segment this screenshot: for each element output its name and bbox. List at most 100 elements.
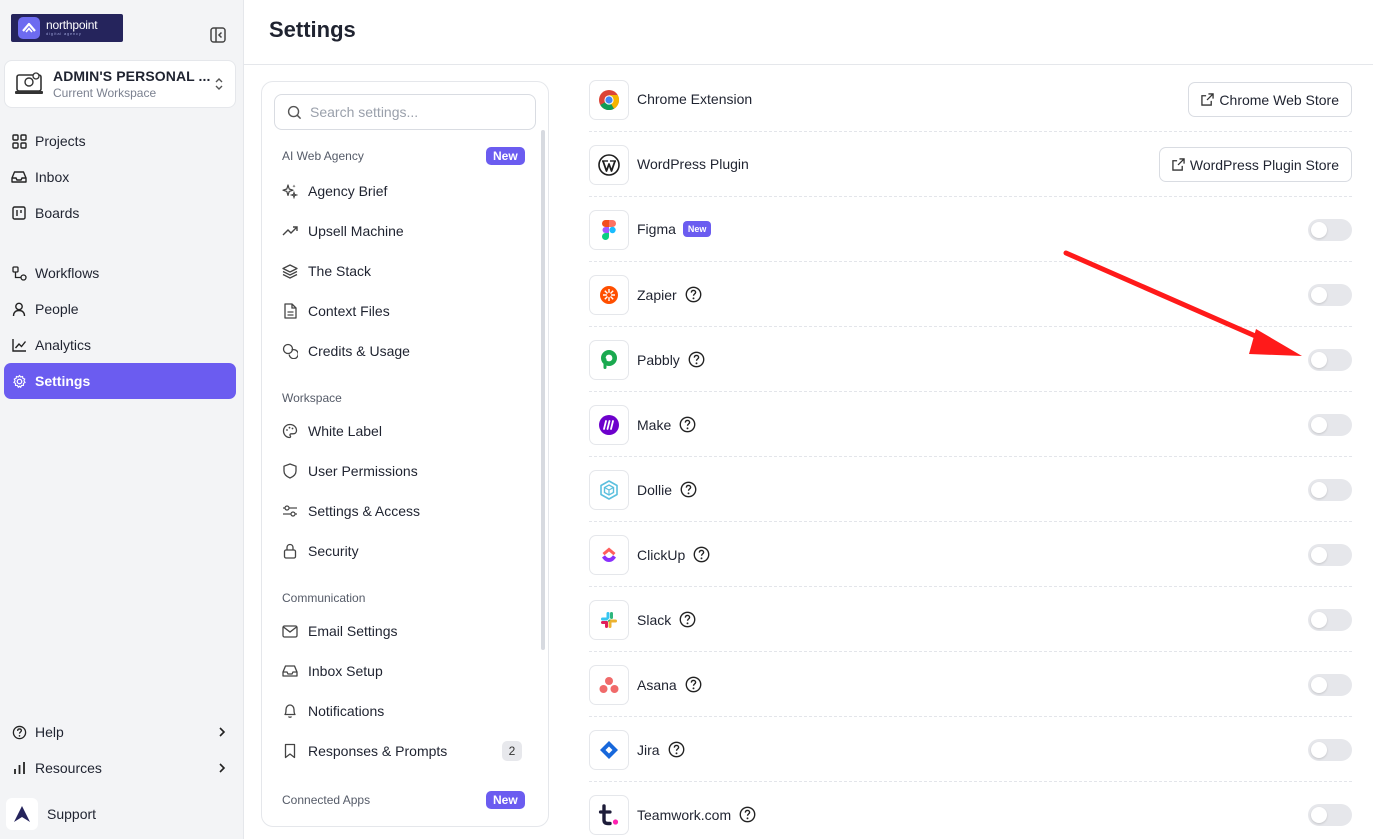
help-circle-icon[interactable] <box>739 806 756 823</box>
workspace-title: ADMIN'S PERSONAL ... <box>53 68 211 84</box>
chevron-updown-icon <box>213 76 225 92</box>
clickup-icon <box>589 535 629 575</box>
nav-item-resources[interactable]: Resources <box>4 750 236 786</box>
help-circle-icon[interactable] <box>679 611 696 628</box>
search-settings-input[interactable] <box>310 104 520 120</box>
integration-row-clickup: ClickUp <box>589 522 1352 587</box>
support-link[interactable]: Support <box>6 798 96 830</box>
nav-item-boards[interactable]: Boards <box>4 195 236 231</box>
menu-item-label: Credits & Usage <box>308 343 410 359</box>
menu-item-context-files[interactable]: Context Files <box>276 293 526 329</box>
integration-name: Dollie <box>637 481 697 498</box>
asana-toggle[interactable] <box>1308 674 1352 696</box>
menu-item-agency-brief[interactable]: Agency Brief <box>276 173 526 209</box>
integration-name: Jira <box>637 741 685 758</box>
nav-item-help[interactable]: Help <box>4 714 236 750</box>
line-chart-icon <box>11 337 27 353</box>
integration-name: WordPress Plugin <box>637 156 749 172</box>
integration-row-wordpress-plugin: WordPress Plugin WordPress Plugin Store <box>589 132 1352 197</box>
trending-up-icon <box>282 223 298 239</box>
help-circle-icon[interactable] <box>679 416 696 433</box>
menu-item-label: Upsell Machine <box>308 223 404 239</box>
integration-name: Figma New <box>637 221 712 237</box>
shield-icon <box>282 463 298 479</box>
workflow-icon <box>11 265 27 281</box>
nav-label: Help <box>35 724 64 740</box>
nav-item-people[interactable]: People <box>4 291 236 327</box>
nav-item-projects[interactable]: Projects <box>4 123 236 159</box>
integration-row-jira: Jira <box>589 717 1352 782</box>
wordpress-icon <box>589 145 629 185</box>
lock-icon <box>282 543 298 559</box>
sidebar-collapse-icon <box>210 27 226 43</box>
wordpress-plugin-store-button[interactable]: WordPress Plugin Store <box>1158 147 1352 182</box>
menu-item-settings-access[interactable]: Settings & Access <box>276 493 526 529</box>
new-badge: New <box>486 791 525 809</box>
help-circle-icon[interactable] <box>680 481 697 498</box>
section-label-ai-web-agency: AI Web Agency <box>282 149 364 163</box>
dollie-toggle[interactable] <box>1308 479 1352 501</box>
zapier-toggle[interactable] <box>1308 284 1352 306</box>
brand-logo[interactable]: northpoint digital agency <box>11 14 123 42</box>
integration-name: Zapier <box>637 286 702 303</box>
jira-toggle[interactable] <box>1308 739 1352 761</box>
search-settings-box[interactable] <box>274 94 536 130</box>
collapse-sidebar-button[interactable] <box>207 24 229 46</box>
menu-item-the-stack[interactable]: The Stack <box>276 253 526 289</box>
nav-label: Settings <box>35 373 91 389</box>
workspace-icon <box>13 68 45 100</box>
help-circle-icon[interactable] <box>685 676 702 693</box>
integration-name: Make <box>637 416 696 433</box>
chevron-right-icon <box>218 726 226 738</box>
help-circle-icon[interactable] <box>685 286 702 303</box>
integration-row-chrome-extension: Chrome Extension Chrome Web Store <box>589 67 1352 132</box>
palette-icon <box>282 423 298 439</box>
gear-icon <box>11 373 27 389</box>
help-circle-icon[interactable] <box>688 351 705 368</box>
pabbly-icon <box>589 340 629 380</box>
help-circle-icon[interactable] <box>693 546 710 563</box>
menu-item-upsell-machine[interactable]: Upsell Machine <box>276 213 526 249</box>
slack-toggle[interactable] <box>1308 609 1352 631</box>
make-toggle[interactable] <box>1308 414 1352 436</box>
menu-item-email-settings[interactable]: Email Settings <box>276 613 526 649</box>
inbox-icon <box>11 169 27 185</box>
clickup-toggle[interactable] <box>1308 544 1352 566</box>
integration-row-teamwork: Teamwork.com <box>589 782 1352 839</box>
integration-name: Slack <box>637 611 696 628</box>
integration-row-slack: Slack <box>589 587 1352 652</box>
dollie-icon <box>589 470 629 510</box>
slack-icon <box>589 600 629 640</box>
nav-item-inbox[interactable]: Inbox <box>4 159 236 195</box>
chrome-icon <box>589 80 629 120</box>
integration-name: Pabbly <box>637 351 705 368</box>
teamwork-toggle[interactable] <box>1308 804 1352 826</box>
menu-item-security[interactable]: Security <box>276 533 526 569</box>
menu-item-inbox-setup[interactable]: Inbox Setup <box>276 653 526 689</box>
integration-name: Asana <box>637 676 702 693</box>
nav-item-analytics[interactable]: Analytics <box>4 327 236 363</box>
figma-toggle[interactable] <box>1308 219 1352 241</box>
person-icon <box>11 301 27 317</box>
nav-label: Boards <box>35 205 80 221</box>
chrome-web-store-button[interactable]: Chrome Web Store <box>1188 82 1352 117</box>
pabbly-toggle[interactable] <box>1308 349 1352 371</box>
menu-item-label: Agency Brief <box>308 183 388 199</box>
coins-icon <box>282 343 298 359</box>
menu-item-user-permissions[interactable]: User Permissions <box>276 453 526 489</box>
help-circle-icon[interactable] <box>668 741 685 758</box>
integration-row-asana: Asana <box>589 652 1352 717</box>
menu-item-notifications[interactable]: Notifications <box>276 693 526 729</box>
workspace-switcher[interactable]: ADMIN'S PERSONAL ... Current Workspace <box>4 60 236 108</box>
menu-item-credits-usage[interactable]: Credits & Usage <box>276 333 526 369</box>
menu-item-white-label[interactable]: White Label <box>276 413 526 449</box>
bookmark-icon <box>282 743 298 759</box>
nav-item-settings[interactable]: Settings <box>4 363 236 399</box>
settings-scrollbar[interactable] <box>541 130 545 650</box>
nav-label: Resources <box>35 760 102 776</box>
menu-item-label: Settings & Access <box>308 503 421 519</box>
menu-item-responses-prompts[interactable]: Responses & Prompts 2 <box>276 733 526 769</box>
search-icon <box>287 105 302 120</box>
menu-item-label: White Label <box>308 423 382 439</box>
nav-item-workflows[interactable]: Workflows <box>4 255 236 291</box>
